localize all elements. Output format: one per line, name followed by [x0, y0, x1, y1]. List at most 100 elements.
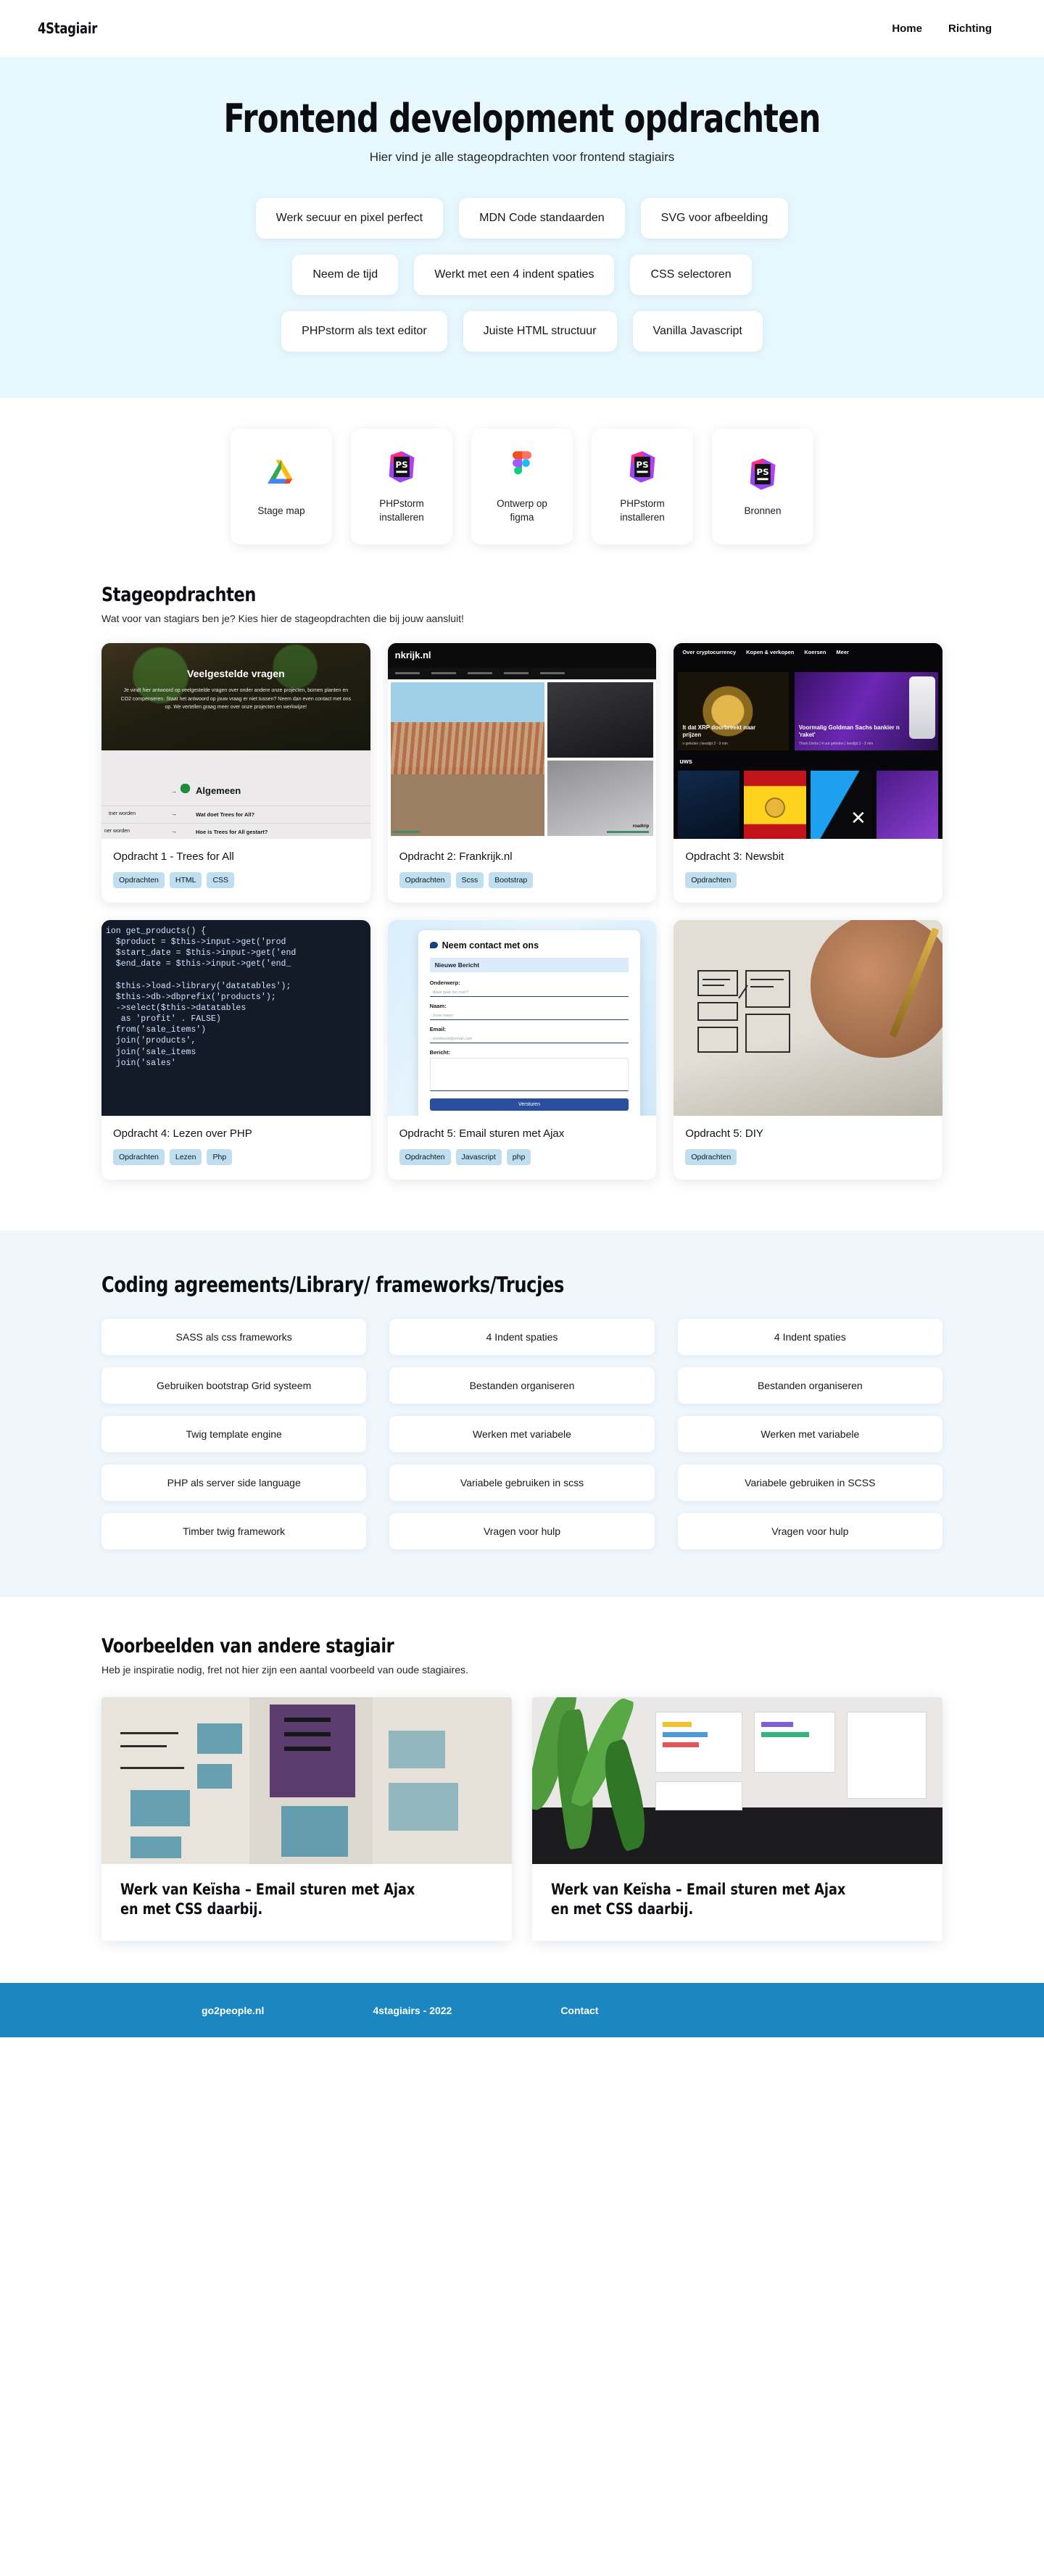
thumb-nav-item: Meer — [836, 649, 849, 656]
thumb-field-input: voorbeeld@email.com — [429, 1035, 629, 1043]
coding-item[interactable]: Twig template engine — [102, 1415, 367, 1452]
thumb-code: ion get_products() { $product = $this->i… — [106, 926, 297, 1068]
site-header: 4Stagiair Home Richting — [0, 0, 1044, 57]
tag[interactable]: Opdrachten — [399, 1148, 451, 1165]
tool-card-phpstorm-install[interactable]: PS PHPstorm installeren — [351, 428, 452, 544]
opdracht-thumbnail: nkrijk.nl roadtrip — [387, 642, 657, 839]
nav-link-richting[interactable]: Richting — [948, 22, 992, 35]
hero-pill[interactable]: Werkt met een 4 indent spaties — [414, 254, 615, 295]
tag[interactable]: Scss — [455, 871, 484, 888]
coding-item[interactable]: Bestanden organiseren — [677, 1367, 942, 1404]
tool-label: Bronnen — [744, 505, 782, 516]
tag[interactable]: Bootstrap — [489, 871, 534, 888]
footer-link-go2people[interactable]: go2people.nl — [202, 2005, 264, 2016]
coding-item[interactable]: 4 Indent spaties — [389, 1318, 655, 1355]
coding-item[interactable]: Vragen voor hulp — [677, 1512, 942, 1549]
opdracht-tags: Opdrachten Scss Bootstrap — [399, 871, 645, 888]
hero-pill[interactable]: Vanilla Javascript — [632, 310, 763, 352]
coding-item[interactable]: Bestanden organiseren — [389, 1367, 655, 1404]
thumb-badge: Nieuwe Bericht — [429, 957, 629, 972]
tag[interactable]: Opdrachten — [113, 1148, 165, 1165]
tool-card-stage-map[interactable]: Stage map — [231, 428, 332, 544]
opdracht-thumbnail: ion get_products() { $product = $this->i… — [102, 919, 370, 1116]
voorbeeld-title: Werk van Keïsha – Email sturen met Ajax … — [120, 1880, 415, 1918]
thumb-side-label: tner worden — [109, 811, 136, 816]
site-logo[interactable]: 4Stagiair — [38, 20, 97, 37]
coding-item[interactable]: Timber twig framework — [102, 1512, 367, 1549]
site-footer: go2people.nl 4stagiairs - 2022 Contact — [0, 1983, 1044, 2038]
opdracht-title: Opdracht 2: Frankrijk.nl — [399, 850, 513, 863]
tag[interactable]: Opdrachten — [113, 871, 165, 888]
main-navigation: Home Richting — [892, 22, 1006, 35]
thumb-feature-title: lt dat XRP doorbreekt naar prijzen — [682, 724, 756, 738]
footer-link-contact[interactable]: Contact — [560, 2005, 598, 2016]
voorbeelden-grid: Werk van Keïsha – Email sturen met Ajax … — [102, 1697, 942, 1942]
opdracht-tags: Opdrachten — [685, 1148, 931, 1165]
hero-pill[interactable]: Juiste HTML structuur — [463, 310, 617, 352]
tag[interactable]: Lezen — [169, 1148, 202, 1165]
tag[interactable]: Php — [207, 1148, 233, 1165]
tag[interactable]: Opdrachten — [685, 871, 737, 888]
coding-item[interactable]: Werken met variabele — [677, 1415, 942, 1452]
tag[interactable]: HTML — [169, 871, 202, 888]
coding-item[interactable]: Variabele gebruiken in SCSS — [677, 1464, 942, 1501]
hero-pill-row: Werk secuur en pixel perfect MDN Code st… — [255, 197, 789, 239]
opdracht-card[interactable]: Neem contact met ons Nieuwe Bericht Onde… — [387, 919, 657, 1180]
hero-pill-row: PHPstorm als text editor Juiste HTML str… — [281, 310, 763, 352]
tag[interactable]: Opdrachten — [685, 1148, 737, 1165]
opdracht-tags: Opdrachten Lezen Php — [113, 1148, 359, 1165]
coding-column-1: SASS als css frameworks Gebruiken bootst… — [102, 1318, 367, 1549]
thumb-nav-item: Kopen & verkopen — [746, 649, 795, 656]
footer-link-copyright[interactable]: 4stagiairs - 2022 — [373, 2005, 452, 2016]
wireframe-sketch-icon — [697, 969, 791, 1053]
hero-pill[interactable]: PHPstorm als text editor — [281, 310, 447, 352]
tools-section: Stage map PS PHPstorm installeren Ontwer — [0, 397, 1044, 563]
tag[interactable]: Opdrachten — [399, 871, 451, 888]
coding-item[interactable]: Werken met variabele — [389, 1415, 655, 1452]
opdracht-card[interactable]: Opdracht 5: DIY Opdrachten — [674, 919, 942, 1180]
coding-item[interactable]: 4 Indent spaties — [677, 1318, 942, 1355]
hero-pill[interactable]: SVG voor afbeelding — [640, 197, 789, 239]
tool-card-bronnen[interactable]: PS Bronnen — [712, 428, 813, 544]
tag[interactable]: CSS — [207, 871, 235, 888]
tag[interactable]: php — [506, 1148, 531, 1165]
opdracht-thumbnail: Neem contact met ons Nieuwe Bericht Onde… — [387, 919, 657, 1116]
coding-item[interactable]: SASS als css frameworks — [102, 1318, 367, 1355]
opdracht-thumbnail — [674, 919, 942, 1116]
phpstorm-icon: PS — [750, 457, 776, 490]
phpstorm-icon: PS — [389, 451, 415, 484]
thumb-field-label: Onderwerp: — [429, 979, 460, 986]
voorbeeld-card[interactable]: Werk van Keïsha – Email sturen met Ajax … — [102, 1697, 512, 1942]
tool-label: PHPstorm installeren — [620, 498, 665, 523]
opdracht-card[interactable]: ion get_products() { $product = $this->i… — [102, 919, 370, 1180]
tool-card-phpstorm-install-2[interactable]: PS PHPstorm installeren — [592, 428, 693, 544]
thumb-feature-meta: Thom Derks | 4 uur geleden | leestijd 2 … — [798, 741, 874, 746]
tag[interactable]: Javascript — [455, 1148, 502, 1165]
hero-pill[interactable]: MDN Code standaarden — [459, 197, 625, 239]
coding-item[interactable]: PHP als server side language — [102, 1464, 367, 1501]
coding-item[interactable]: Gebruiken bootstrap Grid systeem — [102, 1367, 367, 1404]
figma-icon — [513, 451, 531, 475]
footer-links: go2people.nl 4stagiairs - 2022 Contact — [102, 2005, 942, 2016]
nav-link-home[interactable]: Home — [892, 22, 922, 35]
voorbeeld-thumbnail — [102, 1697, 512, 1864]
chat-bubble-icon — [429, 942, 438, 949]
coding-item[interactable]: Variabele gebruiken in scss — [389, 1464, 655, 1501]
svg-text:PS: PS — [756, 467, 768, 477]
hero-pill[interactable]: Werk secuur en pixel perfect — [255, 197, 444, 239]
coding-agreements-grid: SASS als css frameworks Gebruiken bootst… — [102, 1318, 942, 1549]
thumb-field-textarea — [429, 1057, 629, 1091]
voorbeeld-title: Werk van Keïsha – Email sturen met Ajax … — [551, 1880, 846, 1918]
opdracht-card[interactable]: Veelgestelde vragen Je vindt hier antwoo… — [102, 642, 370, 903]
hero-pill[interactable]: CSS selectoren — [630, 254, 752, 295]
voorbeeld-card[interactable]: Werk van Keïsha – Email sturen met Ajax … — [532, 1697, 942, 1942]
opdracht-title: Opdracht 1 - Trees for All — [113, 850, 234, 863]
thumb-caption: roadtrip — [632, 824, 650, 829]
voorbeelden-section: Voorbeelden van andere stagiair Heb je i… — [0, 1596, 1044, 1984]
opdracht-thumbnail: Veelgestelde vragen Je vindt hier antwoo… — [102, 642, 370, 839]
tool-card-figma[interactable]: Ontwerp op figma — [471, 428, 573, 544]
opdracht-card[interactable]: Over cryptocurrency Kopen & verkopen Koe… — [674, 642, 942, 903]
opdracht-card[interactable]: nkrijk.nl roadtrip Opdracht 2: Frankrijk… — [387, 642, 657, 903]
hero-pill[interactable]: Neem de tijd — [292, 254, 399, 295]
coding-item[interactable]: Vragen voor hulp — [389, 1512, 655, 1549]
